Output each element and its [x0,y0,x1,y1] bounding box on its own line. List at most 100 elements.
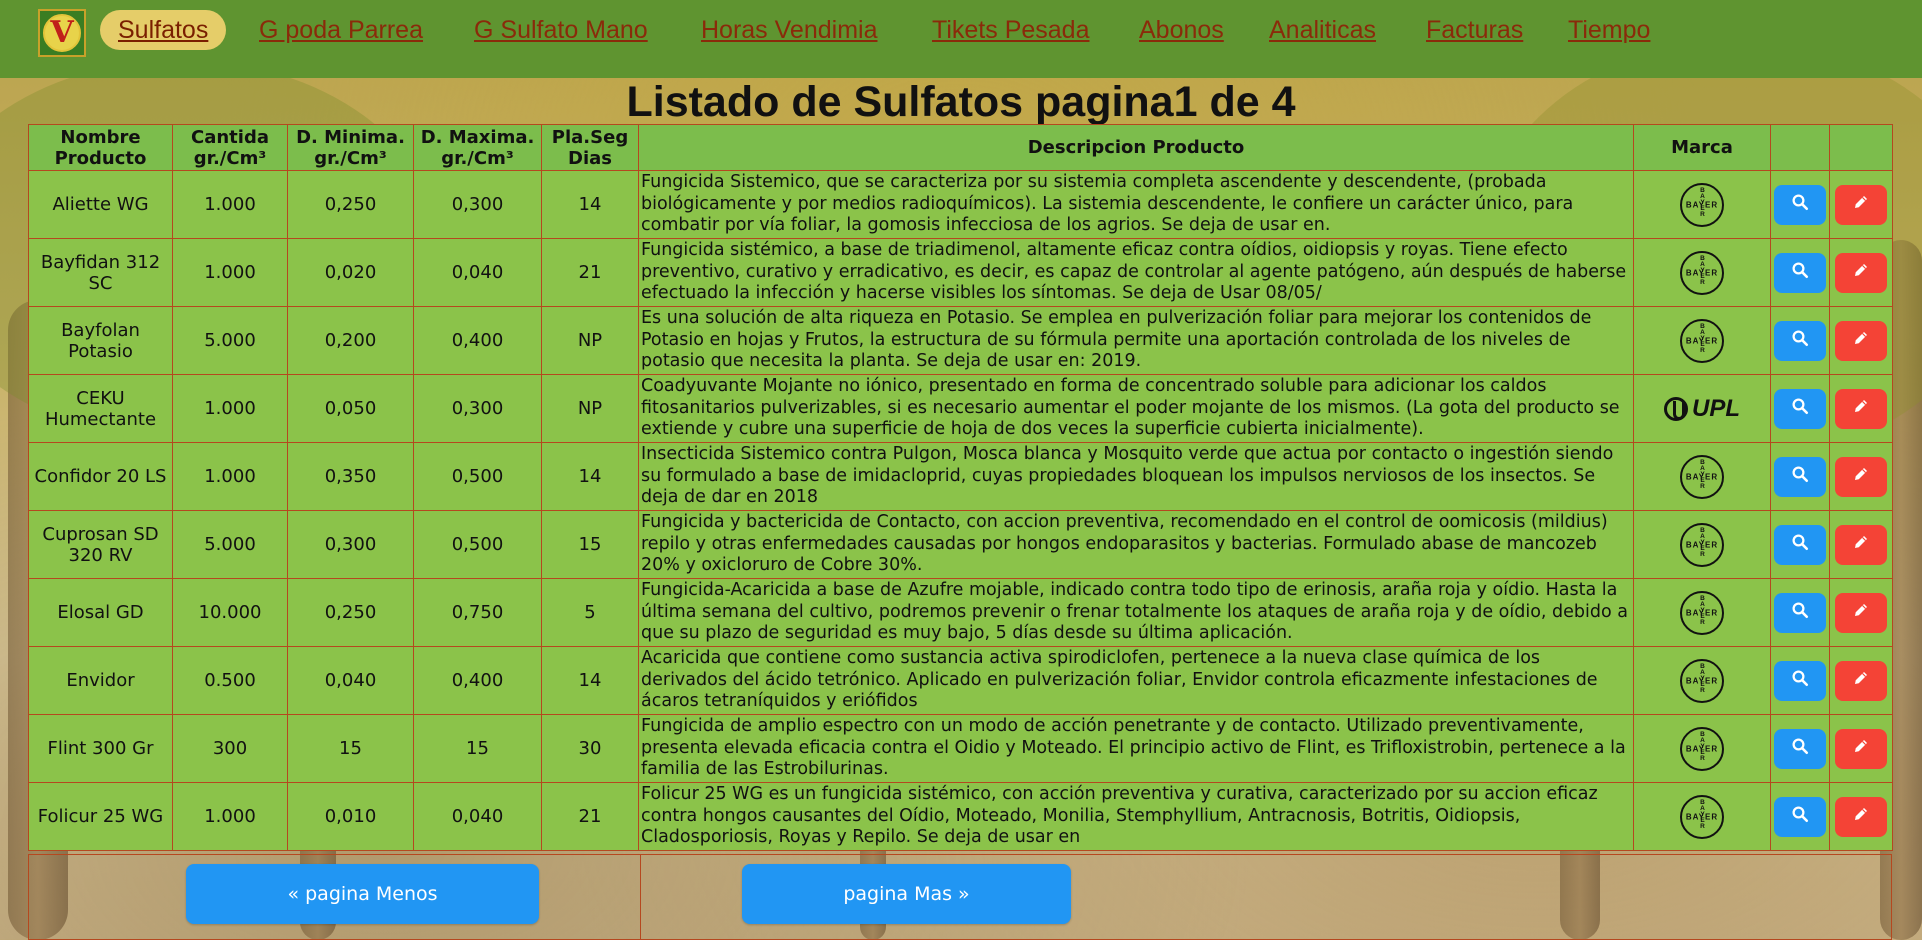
cell-cantidad: 1.000 [172,170,288,239]
cell-dosis-maxima: 15 [413,714,542,783]
upl-emblem-icon [1664,396,1688,421]
view-button[interactable] [1774,388,1826,429]
header-dosis-maxima: D. Maxima. gr./Cm³ [413,124,542,171]
nav-link-facturas[interactable]: Facturas [1426,10,1523,50]
view-button[interactable] [1774,728,1826,769]
edit-button[interactable] [1835,660,1887,701]
header-marca: Marca [1633,124,1771,171]
view-button[interactable] [1774,660,1826,701]
view-button[interactable] [1774,320,1826,361]
cell-dosis-maxima: 0,750 [413,578,542,647]
cell-dosis-minima: 0,040 [287,646,414,715]
nav-link-g-sulfato-mano[interactable]: G Sulfato Mano [474,10,648,50]
brand-logo-bayer: BAYER BAYER [1680,590,1724,635]
view-button[interactable] [1774,524,1826,565]
header-view-action [1770,124,1830,171]
cell-marca: BAYER BAYER [1633,170,1771,239]
cell-edit [1829,578,1893,647]
cell-dosis-maxima: 0,400 [413,646,542,715]
cell-dosis-maxima: 0,500 [413,510,542,579]
previous-page-button[interactable]: « pagina Menos [186,864,539,924]
edit-button[interactable] [1835,252,1887,293]
pencil-icon [1852,601,1870,624]
cell-nombre: Elosal GD [28,578,173,647]
view-button[interactable] [1774,592,1826,633]
nav-link-sulfatos[interactable]: Sulfatos [100,10,227,50]
view-button[interactable] [1774,456,1826,497]
brand-logo-bayer: BAYER BAYER [1680,522,1724,567]
pencil-icon [1852,737,1870,760]
cell-cantidad: 1.000 [172,374,288,443]
cell-marca: UPL [1633,374,1771,443]
cell-descripcion: Fungicida y bactericida de Contacto, con… [638,510,1634,579]
cell-nombre: Folicur 25 WG [28,782,173,851]
sulfatos-table: Nombre Producto Cantida gr./Cm³ D. Minima.… [28,124,1893,851]
table-row: Bayfolan Potasio 5.000 0,200 0,400 NP Es… [28,306,1893,375]
cell-descripcion: Fungicida-Acaricida a base de Azufre moj… [638,578,1634,647]
nav-link-abonos[interactable]: Abonos [1139,10,1224,50]
site-logo[interactable]: V [38,9,86,57]
view-button[interactable] [1774,184,1826,225]
cell-marca: BAYER BAYER [1633,782,1771,851]
brand-logo-bayer: BAYER BAYER [1680,318,1724,363]
edit-button[interactable] [1835,184,1887,225]
view-button[interactable] [1774,796,1826,837]
edit-button[interactable] [1835,524,1887,565]
search-icon [1791,397,1809,420]
cell-descripcion: Acaricida que contiene como sustancia ac… [638,646,1634,715]
edit-button[interactable] [1835,728,1887,769]
nav-link-horas-vendimia[interactable]: Horas Vendimia [701,10,877,50]
header-descripcion: Descripcion Producto [638,124,1634,171]
brand-logo-bayer: BAYER BAYER [1680,182,1724,227]
cell-plazo: 5 [541,578,639,647]
next-page-button[interactable]: pagina Mas » [742,864,1071,924]
nav-link-g-poda-parrea[interactable]: G poda Parrea [259,10,423,50]
cell-marca: BAYER BAYER [1633,714,1771,783]
cell-dosis-minima: 15 [287,714,414,783]
cell-plazo: NP [541,306,639,375]
header-plazo-seguridad: Pla.Seg Dias [541,124,639,171]
brand-name-vertical: BAYER [1699,526,1706,557]
cell-nombre: CEKU Humectante [28,374,173,443]
edit-button[interactable] [1835,456,1887,497]
search-icon [1791,669,1809,692]
edit-button[interactable] [1835,592,1887,633]
cell-view [1770,714,1830,783]
cell-plazo: 14 [541,442,639,511]
brand-logo-upl: UPL [1636,396,1768,421]
pencil-icon [1852,465,1870,488]
cell-dosis-maxima: 0,400 [413,306,542,375]
edit-button[interactable] [1835,796,1887,837]
cell-view [1770,578,1830,647]
header-dosis-minima: D. Minima. gr./Cm³ [287,124,414,171]
cell-view [1770,442,1830,511]
cell-cantidad: 300 [172,714,288,783]
pencil-icon [1852,533,1870,556]
search-icon [1791,261,1809,284]
top-navbar: V Sulfatos G poda Parrea G Sulfato Mano … [0,0,1922,78]
cell-nombre: Bayfolan Potasio [28,306,173,375]
cell-edit [1829,646,1893,715]
cell-edit [1829,714,1893,783]
brand-name-vertical: BAYER [1699,322,1706,353]
nav-link-analiticas[interactable]: Analiticas [1269,10,1376,50]
edit-button[interactable] [1835,320,1887,361]
page-title: Listado de Sulfatos pagina1 de 4 [626,78,1296,126]
cell-edit [1829,306,1893,375]
search-icon [1791,601,1809,624]
cell-cantidad: 1.000 [172,442,288,511]
view-button[interactable] [1774,252,1826,293]
edit-button[interactable] [1835,388,1887,429]
cell-marca: BAYER BAYER [1633,238,1771,307]
pencil-icon [1852,261,1870,284]
cell-cantidad: 1.000 [172,238,288,307]
cell-marca: BAYER BAYER [1633,578,1771,647]
nav-link-tiempo[interactable]: Tiempo [1568,10,1650,50]
search-icon [1791,737,1809,760]
cell-dosis-minima: 0,250 [287,578,414,647]
cell-view [1770,782,1830,851]
logo-letter: V [50,15,74,50]
cell-marca: BAYER BAYER [1633,442,1771,511]
nav-link-tikets-pesada[interactable]: Tikets Pesada [932,10,1089,50]
table-row: Envidor 0.500 0,040 0,400 14 Acaricida q… [28,646,1893,715]
